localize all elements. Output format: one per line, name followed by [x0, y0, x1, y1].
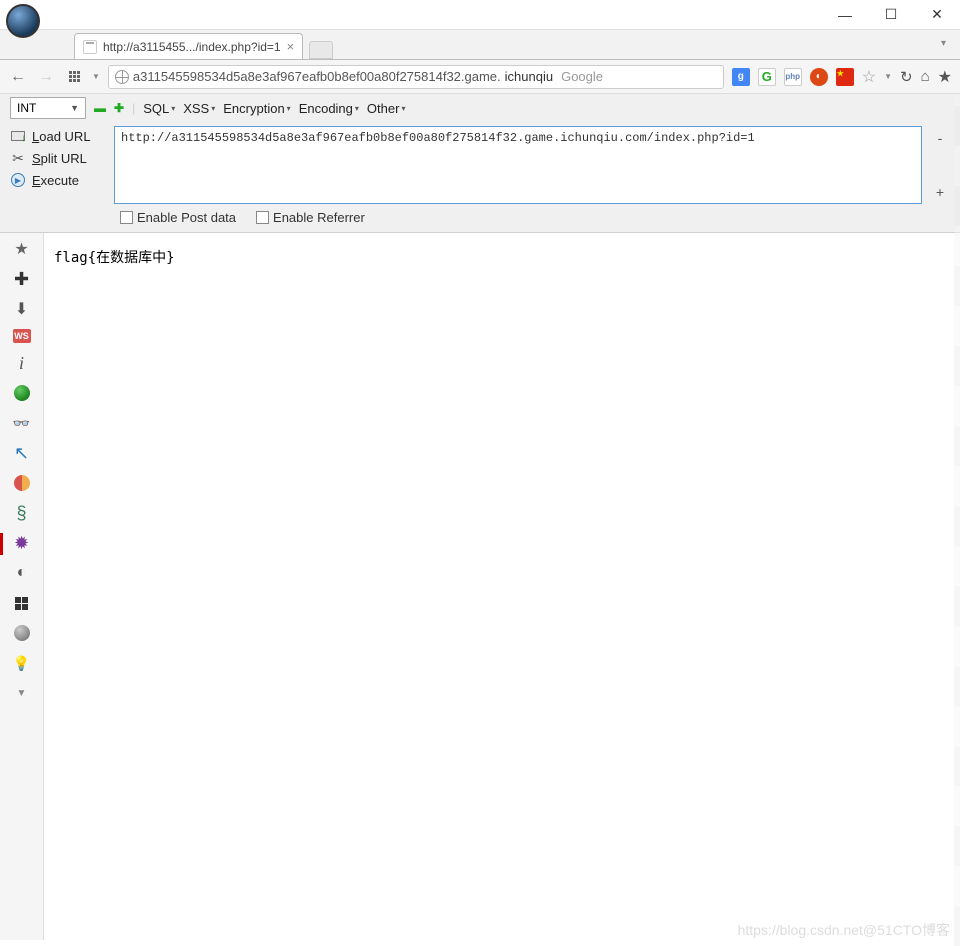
- tab-title: http://a3115455.../index.php?id=1: [103, 40, 281, 54]
- bookmark-star-icon[interactable]: ☆: [862, 67, 876, 87]
- green-g-ext-icon[interactable]: G: [758, 68, 776, 86]
- split-url-icon: ✂: [10, 150, 26, 166]
- sidebar-grid-icon[interactable]: [12, 593, 32, 613]
- enable-post-label: Enable Post data: [137, 210, 236, 225]
- menu-star-icon[interactable]: ★: [938, 67, 952, 87]
- int-type-select[interactable]: INT ▼: [10, 97, 86, 119]
- window-minimize-button[interactable]: —: [822, 1, 868, 29]
- page-body-text: flag{在数据库中}: [54, 250, 175, 266]
- sidebar-more-icon[interactable]: ▼: [12, 683, 32, 703]
- encryption-menu[interactable]: Encryption▾: [223, 101, 290, 116]
- int-type-value: INT: [17, 101, 36, 115]
- hb-minus-icon[interactable]: -: [938, 130, 943, 146]
- search-engine-label: Google: [561, 69, 603, 84]
- checkbox-icon: [120, 211, 133, 224]
- ubuntu-ext-icon[interactable]: ◐: [810, 68, 828, 86]
- apps-grid-icon[interactable]: [64, 67, 84, 87]
- encoding-menu[interactable]: Encoding▾: [299, 101, 359, 116]
- other-menu[interactable]: Other▾: [367, 101, 406, 116]
- address-input[interactable]: a311545598534d5a8e3af967eafb0b8ef00a80f2…: [108, 65, 724, 89]
- sidebar-palette-icon[interactable]: ◐: [12, 563, 32, 583]
- google-ext-icon[interactable]: g: [732, 68, 750, 86]
- hb-plus-icon[interactable]: +: [936, 184, 944, 200]
- load-url-button[interactable]: Load URL: [10, 128, 106, 144]
- bookmark-caret-icon: ▼: [884, 72, 892, 81]
- enable-post-checkbox[interactable]: Enable Post data: [120, 210, 236, 225]
- window-close-button[interactable]: ✕: [914, 1, 960, 29]
- tab-menu-icon[interactable]: ▾: [941, 38, 946, 49]
- site-info-icon[interactable]: [115, 70, 129, 84]
- new-tab-button[interactable]: [309, 41, 333, 59]
- enable-referrer-checkbox[interactable]: Enable Referrer: [256, 210, 365, 225]
- browser-tab[interactable]: http://a3115455.../index.php?id=1 ×: [74, 33, 303, 59]
- back-button[interactable]: ←: [8, 67, 28, 87]
- window-titlebar: — ☐ ✕: [0, 0, 960, 30]
- sidebar-bulb-icon[interactable]: 💡: [12, 653, 32, 673]
- separator: |: [132, 101, 135, 115]
- sidebar-info-icon[interactable]: i: [12, 353, 32, 373]
- tab-close-icon[interactable]: ×: [287, 39, 295, 54]
- php-ext-icon[interactable]: php: [784, 68, 802, 86]
- sidebar-cursor-icon[interactable]: ↖: [12, 443, 32, 463]
- hackbar-toolbar: INT ▼ ▬ ✚ | SQL▾ XSS▾ Encryption▾ Encodi…: [0, 94, 960, 233]
- sidebar-spiral-icon[interactable]: §: [12, 503, 32, 523]
- sidebar-globe-icon[interactable]: [12, 623, 32, 643]
- checkbox-icon: [256, 211, 269, 224]
- page-content-area: flag{在数据库中}: [44, 233, 960, 940]
- extension-sidebar: ★ ✚ ⬇ WS i 👓 ↖ § ✹ ◐ 💡 ▼: [0, 233, 44, 940]
- page-favicon-icon: [83, 40, 97, 54]
- enable-referrer-label: Enable Referrer: [273, 210, 365, 225]
- load-url-icon: [11, 131, 25, 141]
- sidebar-halfcircle-icon[interactable]: [12, 473, 32, 493]
- left-accent-bar: [0, 533, 3, 555]
- reload-button[interactable]: ↻: [900, 68, 913, 86]
- sidebar-green-icon[interactable]: [12, 383, 32, 403]
- sidebar-addons-icon[interactable]: ✚: [12, 269, 32, 289]
- watermark-text: https://blog.csdn.net@51CTO博客: [738, 920, 950, 940]
- sidebar-downloads-icon[interactable]: ⬇: [12, 299, 32, 319]
- apps-caret-icon: ▼: [92, 72, 100, 81]
- hackbar-url-input[interactable]: http://a311545598534d5a8e3af967eafb0b8ef…: [114, 126, 922, 204]
- hb-add-icon[interactable]: ✚: [114, 101, 124, 115]
- sidebar-star-icon[interactable]: ★: [12, 239, 32, 259]
- hb-remove-icon[interactable]: ▬: [94, 101, 106, 115]
- select-caret-icon: ▼: [70, 103, 79, 113]
- execute-icon: ▶: [11, 173, 25, 187]
- sql-menu[interactable]: SQL▾: [143, 101, 175, 116]
- sidebar-goggles-icon[interactable]: 👓: [12, 413, 32, 433]
- url-domain-text: ichunqiu: [505, 69, 553, 84]
- flag-ext-icon[interactable]: [836, 68, 854, 86]
- execute-button[interactable]: ▶ Execute: [10, 172, 106, 188]
- tab-strip: http://a3115455.../index.php?id=1 × ▾: [0, 30, 960, 60]
- split-url-button[interactable]: ✂ Split URL: [10, 150, 106, 166]
- sidebar-burst-icon[interactable]: ✹: [12, 533, 32, 553]
- home-button[interactable]: ⌂: [921, 68, 930, 85]
- xss-menu[interactable]: XSS▾: [183, 101, 215, 116]
- url-prefix-text: a311545598534d5a8e3af967eafb0b8ef00a80f2…: [133, 69, 501, 84]
- window-maximize-button[interactable]: ☐: [868, 1, 914, 29]
- address-toolbar: ← → ▼ a311545598534d5a8e3af967eafb0b8ef0…: [0, 60, 960, 94]
- sidebar-ws-icon[interactable]: WS: [13, 329, 31, 343]
- forward-button[interactable]: →: [36, 67, 56, 87]
- app-logo-icon: [6, 4, 40, 38]
- right-edge-strip: [954, 94, 960, 946]
